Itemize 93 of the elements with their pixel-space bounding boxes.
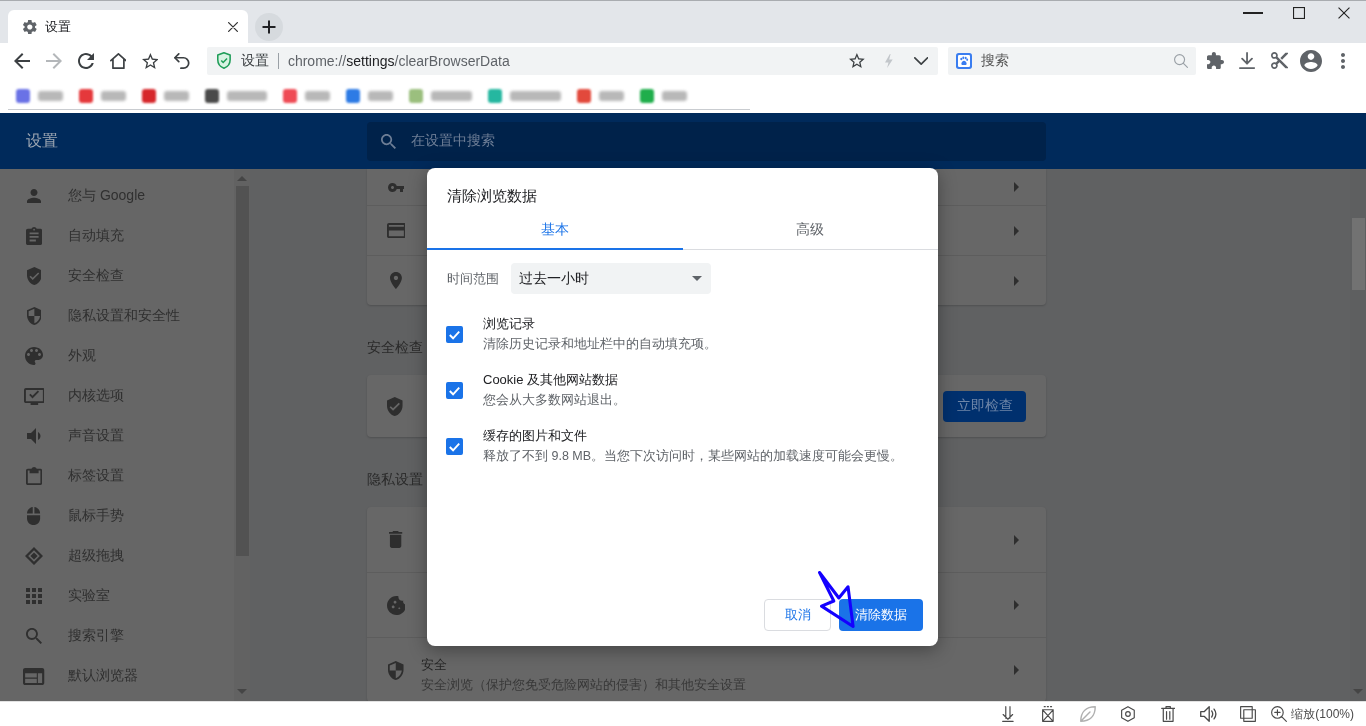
- key-icon: [387, 182, 405, 192]
- minimize-icon[interactable]: [1242, 12, 1264, 14]
- shield-check-icon: [217, 52, 231, 69]
- blurred-label: [227, 90, 267, 101]
- settings-search-field[interactable]: 在设置中搜索: [367, 121, 1046, 161]
- search-icon: [26, 628, 42, 644]
- menu-icon[interactable]: [1341, 52, 1345, 69]
- browser-tab[interactable]: 设置: [8, 10, 248, 43]
- triangle-right-icon[interactable]: [1013, 275, 1019, 286]
- shield-icon: [388, 660, 404, 680]
- paw-icon: [956, 52, 972, 69]
- reload-icon[interactable]: [78, 52, 94, 69]
- download-icon[interactable]: [1238, 52, 1256, 69]
- search-field[interactable]: 搜索: [948, 46, 1196, 75]
- speaker-icon: [27, 428, 41, 444]
- shield-check-icon: [26, 267, 42, 285]
- speaker-icon[interactable]: [1200, 706, 1217, 722]
- star-icon[interactable]: [141, 52, 159, 69]
- puzzle-piece-icon[interactable]: [1206, 52, 1224, 69]
- grid-icon: [26, 588, 42, 604]
- zoom-button[interactable]: 缩放(100%): [1271, 705, 1354, 723]
- row-title: 安全: [421, 656, 447, 674]
- search-icon: [381, 133, 396, 149]
- field-label: 时间范围: [447, 269, 500, 288]
- blurred-label: [164, 90, 189, 101]
- blurred-label: [38, 90, 63, 101]
- checkbox[interactable]: [446, 381, 463, 399]
- home-icon[interactable]: [109, 52, 127, 69]
- blurred-label: [305, 90, 330, 101]
- cancel-button[interactable]: 取消: [764, 599, 831, 631]
- shield-check-icon: [387, 396, 403, 416]
- cookie-icon: [386, 595, 406, 615]
- clipboard-icon: [25, 467, 43, 485]
- clipboard-icon: [25, 227, 43, 245]
- settings-title: 设置: [25, 130, 59, 151]
- triangle-right-icon[interactable]: [1013, 182, 1019, 192]
- checkbox[interactable]: [446, 437, 463, 455]
- trash-icon[interactable]: [1161, 706, 1176, 722]
- chevron-down-icon[interactable]: [913, 56, 929, 65]
- dialog-title: 清除浏览数据: [447, 186, 537, 206]
- close-icon[interactable]: [1338, 7, 1350, 19]
- browser-window-icon: [23, 667, 45, 685]
- credit-card-icon: [386, 223, 406, 238]
- mouse-icon: [27, 507, 41, 525]
- option-title: 缓存的图片和文件: [483, 427, 587, 445]
- search-icon: [1174, 53, 1188, 68]
- blurred-label: [431, 90, 472, 101]
- triangle-right-icon[interactable]: [1013, 534, 1019, 545]
- scissors-icon[interactable]: [1270, 52, 1288, 69]
- option-description: 释放了不到 9.8 MB。当您下次访问时，某些网站的加载速度可能会更慢。: [483, 448, 904, 465]
- time-range-select[interactable]: 过去一小时: [511, 263, 711, 294]
- triangle-right-icon[interactable]: [1013, 665, 1019, 675]
- trash-icon: [389, 531, 403, 548]
- triangle-right-icon[interactable]: [1013, 600, 1019, 610]
- back-arrow-icon[interactable]: [14, 52, 30, 69]
- dialog-tab[interactable]: 基本: [427, 212, 683, 250]
- blurred-label: [662, 90, 687, 101]
- option-description: 清除历史记录和地址栏中的自动填充项。: [483, 336, 717, 353]
- location-pin-icon: [390, 272, 402, 289]
- annotation-arrow: [818, 571, 855, 628]
- settings-icon: [23, 19, 37, 34]
- windows-icon[interactable]: [1240, 706, 1257, 722]
- blurred-label: [368, 90, 393, 101]
- close-icon[interactable]: [228, 21, 238, 32]
- shield-icon: [26, 307, 42, 325]
- hexagon-icon[interactable]: [1121, 706, 1136, 722]
- address-bar[interactable]: 设置 chrome://settings/clearBrowserData: [207, 46, 938, 75]
- maximize-icon[interactable]: [1293, 7, 1305, 19]
- diamond-icon: [25, 547, 43, 565]
- palette-icon: [25, 347, 43, 365]
- blocked-box-icon[interactable]: [1042, 706, 1055, 722]
- site-label: 设置: [240, 51, 269, 70]
- zoom-in-icon: [1271, 706, 1288, 722]
- download-icon[interactable]: [1002, 706, 1015, 722]
- option-title: Cookie 及其他网站数据: [483, 371, 619, 389]
- triangle-right-icon[interactable]: [1013, 225, 1019, 236]
- monitor-check-icon: [23, 387, 45, 405]
- checkbox[interactable]: [446, 325, 463, 343]
- new-tab-plus-icon[interactable]: [255, 13, 283, 41]
- account-icon[interactable]: [1300, 49, 1322, 72]
- check-now-button[interactable]: 立即检查: [943, 390, 1026, 422]
- person-icon: [27, 189, 41, 203]
- confirm-button[interactable]: 清除数据: [839, 599, 923, 631]
- url-text: chrome://settings/clearBrowserData: [287, 52, 510, 69]
- blurred-label: [101, 90, 126, 101]
- blurred-label: [510, 90, 561, 101]
- blurred-label: [599, 90, 624, 101]
- option-description: 您会从大多数网站退出。: [483, 392, 626, 409]
- undo-icon[interactable]: [174, 52, 190, 69]
- dialog-tab[interactable]: 高级: [682, 212, 938, 250]
- caret-down-icon: [692, 276, 702, 281]
- star-icon[interactable]: [849, 53, 865, 68]
- option-title: 浏览记录: [483, 315, 535, 333]
